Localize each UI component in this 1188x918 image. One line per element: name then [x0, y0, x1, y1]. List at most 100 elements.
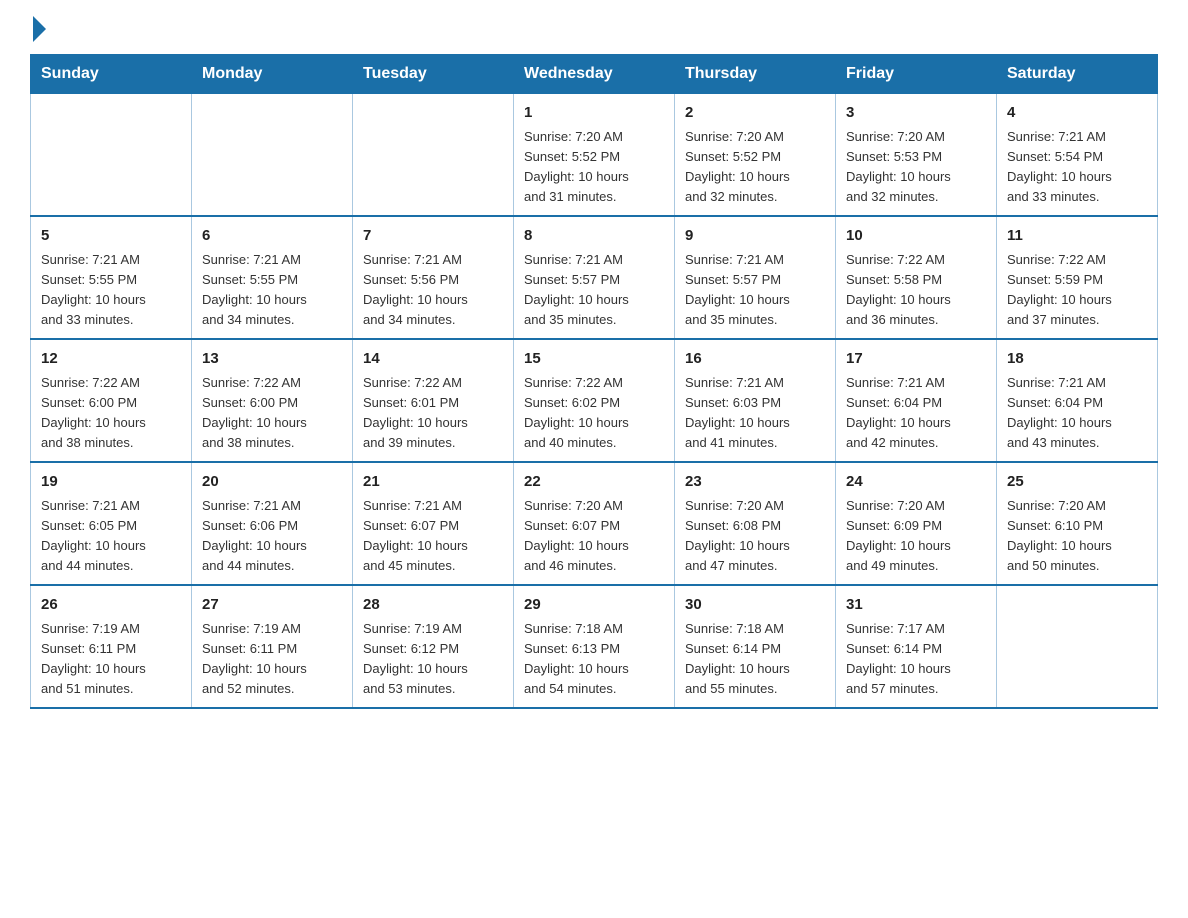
- day-number: 26: [41, 594, 181, 617]
- calendar-cell: 21Sunrise: 7:21 AM Sunset: 6:07 PM Dayli…: [353, 462, 514, 585]
- day-number: 17: [846, 348, 986, 371]
- calendar-cell: 6Sunrise: 7:21 AM Sunset: 5:55 PM Daylig…: [192, 216, 353, 339]
- calendar-cell: 20Sunrise: 7:21 AM Sunset: 6:06 PM Dayli…: [192, 462, 353, 585]
- day-number: 7: [363, 225, 503, 248]
- day-info: Sunrise: 7:22 AM Sunset: 6:00 PM Dayligh…: [41, 373, 181, 454]
- day-info: Sunrise: 7:20 AM Sunset: 5:52 PM Dayligh…: [524, 127, 664, 208]
- day-number: 13: [202, 348, 342, 371]
- day-info: Sunrise: 7:21 AM Sunset: 6:04 PM Dayligh…: [1007, 373, 1147, 454]
- day-number: 27: [202, 594, 342, 617]
- calendar-cell: 3Sunrise: 7:20 AM Sunset: 5:53 PM Daylig…: [836, 94, 997, 217]
- day-number: 22: [524, 471, 664, 494]
- weekday-header-thursday: Thursday: [675, 55, 836, 94]
- calendar-cell: 16Sunrise: 7:21 AM Sunset: 6:03 PM Dayli…: [675, 339, 836, 462]
- calendar-cell: 17Sunrise: 7:21 AM Sunset: 6:04 PM Dayli…: [836, 339, 997, 462]
- day-info: Sunrise: 7:21 AM Sunset: 5:54 PM Dayligh…: [1007, 127, 1147, 208]
- day-number: 16: [685, 348, 825, 371]
- day-info: Sunrise: 7:18 AM Sunset: 6:13 PM Dayligh…: [524, 619, 664, 700]
- day-info: Sunrise: 7:22 AM Sunset: 6:00 PM Dayligh…: [202, 373, 342, 454]
- day-number: 18: [1007, 348, 1147, 371]
- calendar-cell: 23Sunrise: 7:20 AM Sunset: 6:08 PM Dayli…: [675, 462, 836, 585]
- day-number: 8: [524, 225, 664, 248]
- day-number: 11: [1007, 225, 1147, 248]
- day-info: Sunrise: 7:21 AM Sunset: 6:07 PM Dayligh…: [363, 496, 503, 577]
- day-number: 12: [41, 348, 181, 371]
- day-info: Sunrise: 7:20 AM Sunset: 6:10 PM Dayligh…: [1007, 496, 1147, 577]
- day-info: Sunrise: 7:19 AM Sunset: 6:12 PM Dayligh…: [363, 619, 503, 700]
- day-info: Sunrise: 7:20 AM Sunset: 5:52 PM Dayligh…: [685, 127, 825, 208]
- calendar-cell: 31Sunrise: 7:17 AM Sunset: 6:14 PM Dayli…: [836, 585, 997, 708]
- day-info: Sunrise: 7:22 AM Sunset: 5:58 PM Dayligh…: [846, 250, 986, 331]
- calendar-body: 1Sunrise: 7:20 AM Sunset: 5:52 PM Daylig…: [31, 94, 1158, 709]
- calendar-cell: [192, 94, 353, 217]
- calendar-week-row: 19Sunrise: 7:21 AM Sunset: 6:05 PM Dayli…: [31, 462, 1158, 585]
- day-number: 24: [846, 471, 986, 494]
- calendar-cell: [31, 94, 192, 217]
- weekday-header-wednesday: Wednesday: [514, 55, 675, 94]
- calendar-header: SundayMondayTuesdayWednesdayThursdayFrid…: [31, 55, 1158, 94]
- weekday-header-monday: Monday: [192, 55, 353, 94]
- day-info: Sunrise: 7:22 AM Sunset: 5:59 PM Dayligh…: [1007, 250, 1147, 331]
- page-header: [30, 20, 1158, 36]
- day-number: 21: [363, 471, 503, 494]
- calendar-cell: 2Sunrise: 7:20 AM Sunset: 5:52 PM Daylig…: [675, 94, 836, 217]
- calendar-cell: 14Sunrise: 7:22 AM Sunset: 6:01 PM Dayli…: [353, 339, 514, 462]
- calendar-cell: 8Sunrise: 7:21 AM Sunset: 5:57 PM Daylig…: [514, 216, 675, 339]
- day-number: 1: [524, 102, 664, 125]
- day-number: 6: [202, 225, 342, 248]
- day-number: 29: [524, 594, 664, 617]
- day-info: Sunrise: 7:19 AM Sunset: 6:11 PM Dayligh…: [202, 619, 342, 700]
- logo: [30, 20, 46, 36]
- day-info: Sunrise: 7:22 AM Sunset: 6:02 PM Dayligh…: [524, 373, 664, 454]
- calendar-cell: 26Sunrise: 7:19 AM Sunset: 6:11 PM Dayli…: [31, 585, 192, 708]
- day-number: 31: [846, 594, 986, 617]
- day-number: 30: [685, 594, 825, 617]
- calendar-cell: 25Sunrise: 7:20 AM Sunset: 6:10 PM Dayli…: [997, 462, 1158, 585]
- calendar-cell: 22Sunrise: 7:20 AM Sunset: 6:07 PM Dayli…: [514, 462, 675, 585]
- calendar-week-row: 5Sunrise: 7:21 AM Sunset: 5:55 PM Daylig…: [31, 216, 1158, 339]
- calendar-cell: 13Sunrise: 7:22 AM Sunset: 6:00 PM Dayli…: [192, 339, 353, 462]
- weekday-header-saturday: Saturday: [997, 55, 1158, 94]
- day-number: 3: [846, 102, 986, 125]
- calendar-cell: 24Sunrise: 7:20 AM Sunset: 6:09 PM Dayli…: [836, 462, 997, 585]
- calendar-cell: 10Sunrise: 7:22 AM Sunset: 5:58 PM Dayli…: [836, 216, 997, 339]
- weekday-header-friday: Friday: [836, 55, 997, 94]
- day-info: Sunrise: 7:21 AM Sunset: 6:06 PM Dayligh…: [202, 496, 342, 577]
- day-info: Sunrise: 7:20 AM Sunset: 6:07 PM Dayligh…: [524, 496, 664, 577]
- day-info: Sunrise: 7:19 AM Sunset: 6:11 PM Dayligh…: [41, 619, 181, 700]
- calendar-cell: 5Sunrise: 7:21 AM Sunset: 5:55 PM Daylig…: [31, 216, 192, 339]
- day-number: 5: [41, 225, 181, 248]
- calendar-cell: 29Sunrise: 7:18 AM Sunset: 6:13 PM Dayli…: [514, 585, 675, 708]
- day-info: Sunrise: 7:21 AM Sunset: 6:03 PM Dayligh…: [685, 373, 825, 454]
- day-info: Sunrise: 7:21 AM Sunset: 6:05 PM Dayligh…: [41, 496, 181, 577]
- day-number: 15: [524, 348, 664, 371]
- day-info: Sunrise: 7:20 AM Sunset: 6:08 PM Dayligh…: [685, 496, 825, 577]
- day-number: 2: [685, 102, 825, 125]
- day-info: Sunrise: 7:22 AM Sunset: 6:01 PM Dayligh…: [363, 373, 503, 454]
- calendar-cell: 7Sunrise: 7:21 AM Sunset: 5:56 PM Daylig…: [353, 216, 514, 339]
- day-number: 4: [1007, 102, 1147, 125]
- weekday-header-row: SundayMondayTuesdayWednesdayThursdayFrid…: [31, 55, 1158, 94]
- day-info: Sunrise: 7:20 AM Sunset: 6:09 PM Dayligh…: [846, 496, 986, 577]
- day-info: Sunrise: 7:21 AM Sunset: 5:55 PM Dayligh…: [41, 250, 181, 331]
- calendar-cell: [997, 585, 1158, 708]
- day-info: Sunrise: 7:20 AM Sunset: 5:53 PM Dayligh…: [846, 127, 986, 208]
- calendar-cell: 12Sunrise: 7:22 AM Sunset: 6:00 PM Dayli…: [31, 339, 192, 462]
- day-number: 19: [41, 471, 181, 494]
- day-number: 23: [685, 471, 825, 494]
- day-info: Sunrise: 7:21 AM Sunset: 5:57 PM Dayligh…: [685, 250, 825, 331]
- calendar-cell: 19Sunrise: 7:21 AM Sunset: 6:05 PM Dayli…: [31, 462, 192, 585]
- day-info: Sunrise: 7:21 AM Sunset: 5:57 PM Dayligh…: [524, 250, 664, 331]
- day-number: 28: [363, 594, 503, 617]
- calendar-cell: 15Sunrise: 7:22 AM Sunset: 6:02 PM Dayli…: [514, 339, 675, 462]
- calendar-cell: 1Sunrise: 7:20 AM Sunset: 5:52 PM Daylig…: [514, 94, 675, 217]
- weekday-header-sunday: Sunday: [31, 55, 192, 94]
- calendar-cell: 28Sunrise: 7:19 AM Sunset: 6:12 PM Dayli…: [353, 585, 514, 708]
- calendar-week-row: 12Sunrise: 7:22 AM Sunset: 6:00 PM Dayli…: [31, 339, 1158, 462]
- calendar-table: SundayMondayTuesdayWednesdayThursdayFrid…: [30, 54, 1158, 709]
- day-number: 25: [1007, 471, 1147, 494]
- logo-triangle-icon: [33, 16, 46, 42]
- day-number: 20: [202, 471, 342, 494]
- day-info: Sunrise: 7:21 AM Sunset: 6:04 PM Dayligh…: [846, 373, 986, 454]
- calendar-cell: 18Sunrise: 7:21 AM Sunset: 6:04 PM Dayli…: [997, 339, 1158, 462]
